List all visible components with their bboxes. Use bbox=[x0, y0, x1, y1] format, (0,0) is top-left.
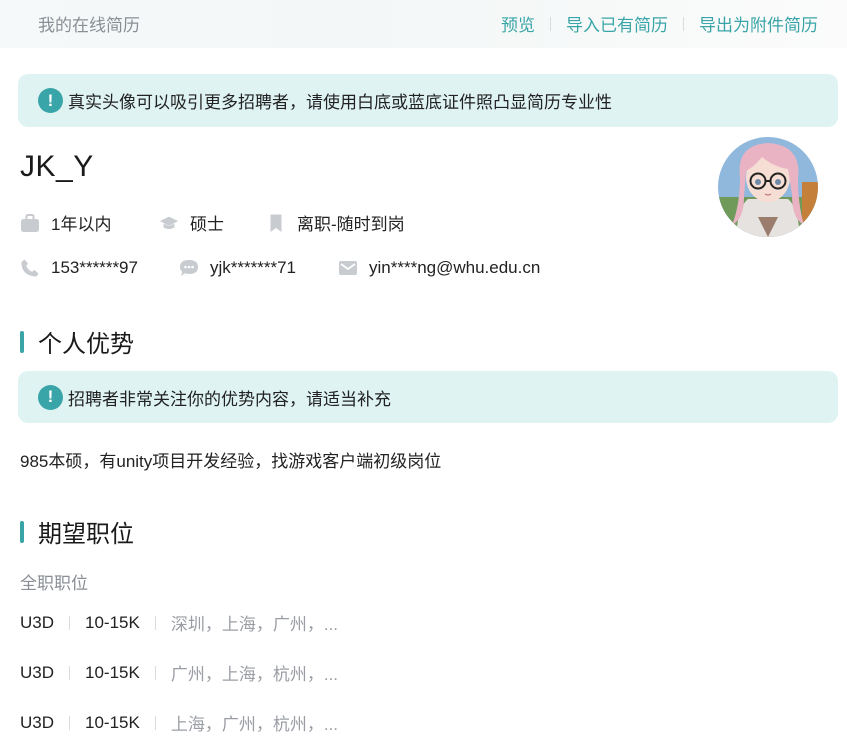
job-divider bbox=[154, 665, 156, 680]
job-divider bbox=[69, 715, 71, 730]
job-cities: 广州，上海，杭州，... bbox=[170, 665, 339, 684]
expectation-section-title: 期望职位 bbox=[20, 514, 134, 549]
phone-item[interactable]: 153******97 bbox=[20, 258, 179, 278]
phone-icon bbox=[20, 258, 40, 278]
experience-value: 1年以内 bbox=[51, 215, 112, 234]
expectation-title-text: 期望职位 bbox=[38, 521, 134, 548]
chat-bubble-icon bbox=[179, 258, 199, 278]
import-resume-link[interactable]: 导入已有简历 bbox=[566, 11, 668, 36]
advantage-notice-text: 招聘者非常关注你的优势内容，请适当补充 bbox=[68, 389, 391, 409]
section-accent-bar bbox=[20, 520, 24, 543]
advantage-notice: ! 招聘者非常关注你的优势内容，请适当补充 bbox=[18, 371, 838, 423]
status-item[interactable]: 离职-随时到岗 bbox=[266, 210, 405, 235]
avatar-notice: ! 真实头像可以吸引更多招聘者，请使用白底或蓝底证件照凸显简历专业性 bbox=[18, 74, 838, 127]
job-position: U3D bbox=[20, 712, 55, 732]
advantage-section-title: 个人优势 bbox=[20, 324, 134, 359]
job-divider bbox=[154, 615, 156, 630]
bookmark-icon bbox=[266, 213, 286, 233]
phone-value: 153******97 bbox=[51, 258, 138, 277]
exclamation-circle-icon: ! bbox=[38, 384, 63, 410]
exclamation-circle-icon: ! bbox=[38, 88, 63, 113]
advantage-content[interactable]: 985本硕，有unity项目开发经验，找游戏客户端初级岗位 bbox=[20, 447, 441, 472]
contact-info-row: 153******97 yjk*******71 yin****ng@whu.e… bbox=[20, 258, 540, 278]
avatar[interactable] bbox=[718, 137, 818, 237]
expected-job-item[interactable]: U3D 10-15K 上海，广州，杭州，... bbox=[20, 710, 338, 735]
wechat-item[interactable]: yjk*******71 bbox=[179, 258, 338, 278]
job-divider bbox=[69, 615, 71, 630]
degree-value: 硕士 bbox=[190, 215, 224, 234]
job-position: U3D bbox=[20, 612, 55, 632]
preview-link[interactable]: 预览 bbox=[501, 11, 535, 36]
avatar-notice-text: 真实头像可以吸引更多招聘者，请使用白底或蓝底证件照凸显简历专业性 bbox=[68, 93, 612, 112]
graduation-cap-icon bbox=[159, 213, 179, 233]
advantage-title-text: 个人优势 bbox=[38, 331, 134, 358]
job-cities: 上海，广州，杭州，... bbox=[170, 715, 339, 734]
expected-job-item[interactable]: U3D 10-15K 广州，上海，杭州，... bbox=[20, 660, 338, 685]
job-salary: 10-15K bbox=[85, 612, 140, 632]
email-item[interactable]: yin****ng@whu.edu.cn bbox=[338, 258, 540, 278]
job-cities: 深圳，上海，广州，... bbox=[170, 615, 339, 634]
wechat-value: yjk*******71 bbox=[210, 258, 296, 277]
email-value: yin****ng@whu.edu.cn bbox=[369, 258, 541, 277]
experience-item[interactable]: 1年以内 bbox=[20, 210, 159, 235]
basic-info-row: 1年以内 硕士 离职-随时到岗 bbox=[20, 210, 405, 235]
job-divider bbox=[69, 665, 71, 680]
expected-job-item[interactable]: U3D 10-15K 深圳，上海，广州，... bbox=[20, 610, 338, 635]
job-salary: 10-15K bbox=[85, 662, 140, 682]
export-resume-link[interactable]: 导出为附件简历 bbox=[699, 11, 818, 36]
action-divider bbox=[550, 16, 551, 31]
page-title: 我的在线简历 bbox=[38, 16, 140, 35]
status-value: 离职-随时到岗 bbox=[297, 215, 405, 234]
top-bar: 我的在线简历 预览 导入已有简历 导出为附件简历 bbox=[0, 0, 847, 48]
briefcase-icon bbox=[20, 213, 40, 233]
job-divider bbox=[154, 715, 156, 730]
action-divider bbox=[683, 16, 684, 31]
degree-item[interactable]: 硕士 bbox=[159, 210, 266, 235]
candidate-name[interactable]: JK_Y bbox=[20, 150, 94, 184]
section-accent-bar bbox=[20, 330, 24, 353]
top-actions: 预览 导入已有简历 导出为附件简历 bbox=[501, 11, 818, 36]
job-salary: 10-15K bbox=[85, 712, 140, 732]
job-type-label: 全职职位 bbox=[20, 574, 88, 593]
envelope-icon bbox=[338, 258, 358, 278]
job-position: U3D bbox=[20, 662, 55, 682]
